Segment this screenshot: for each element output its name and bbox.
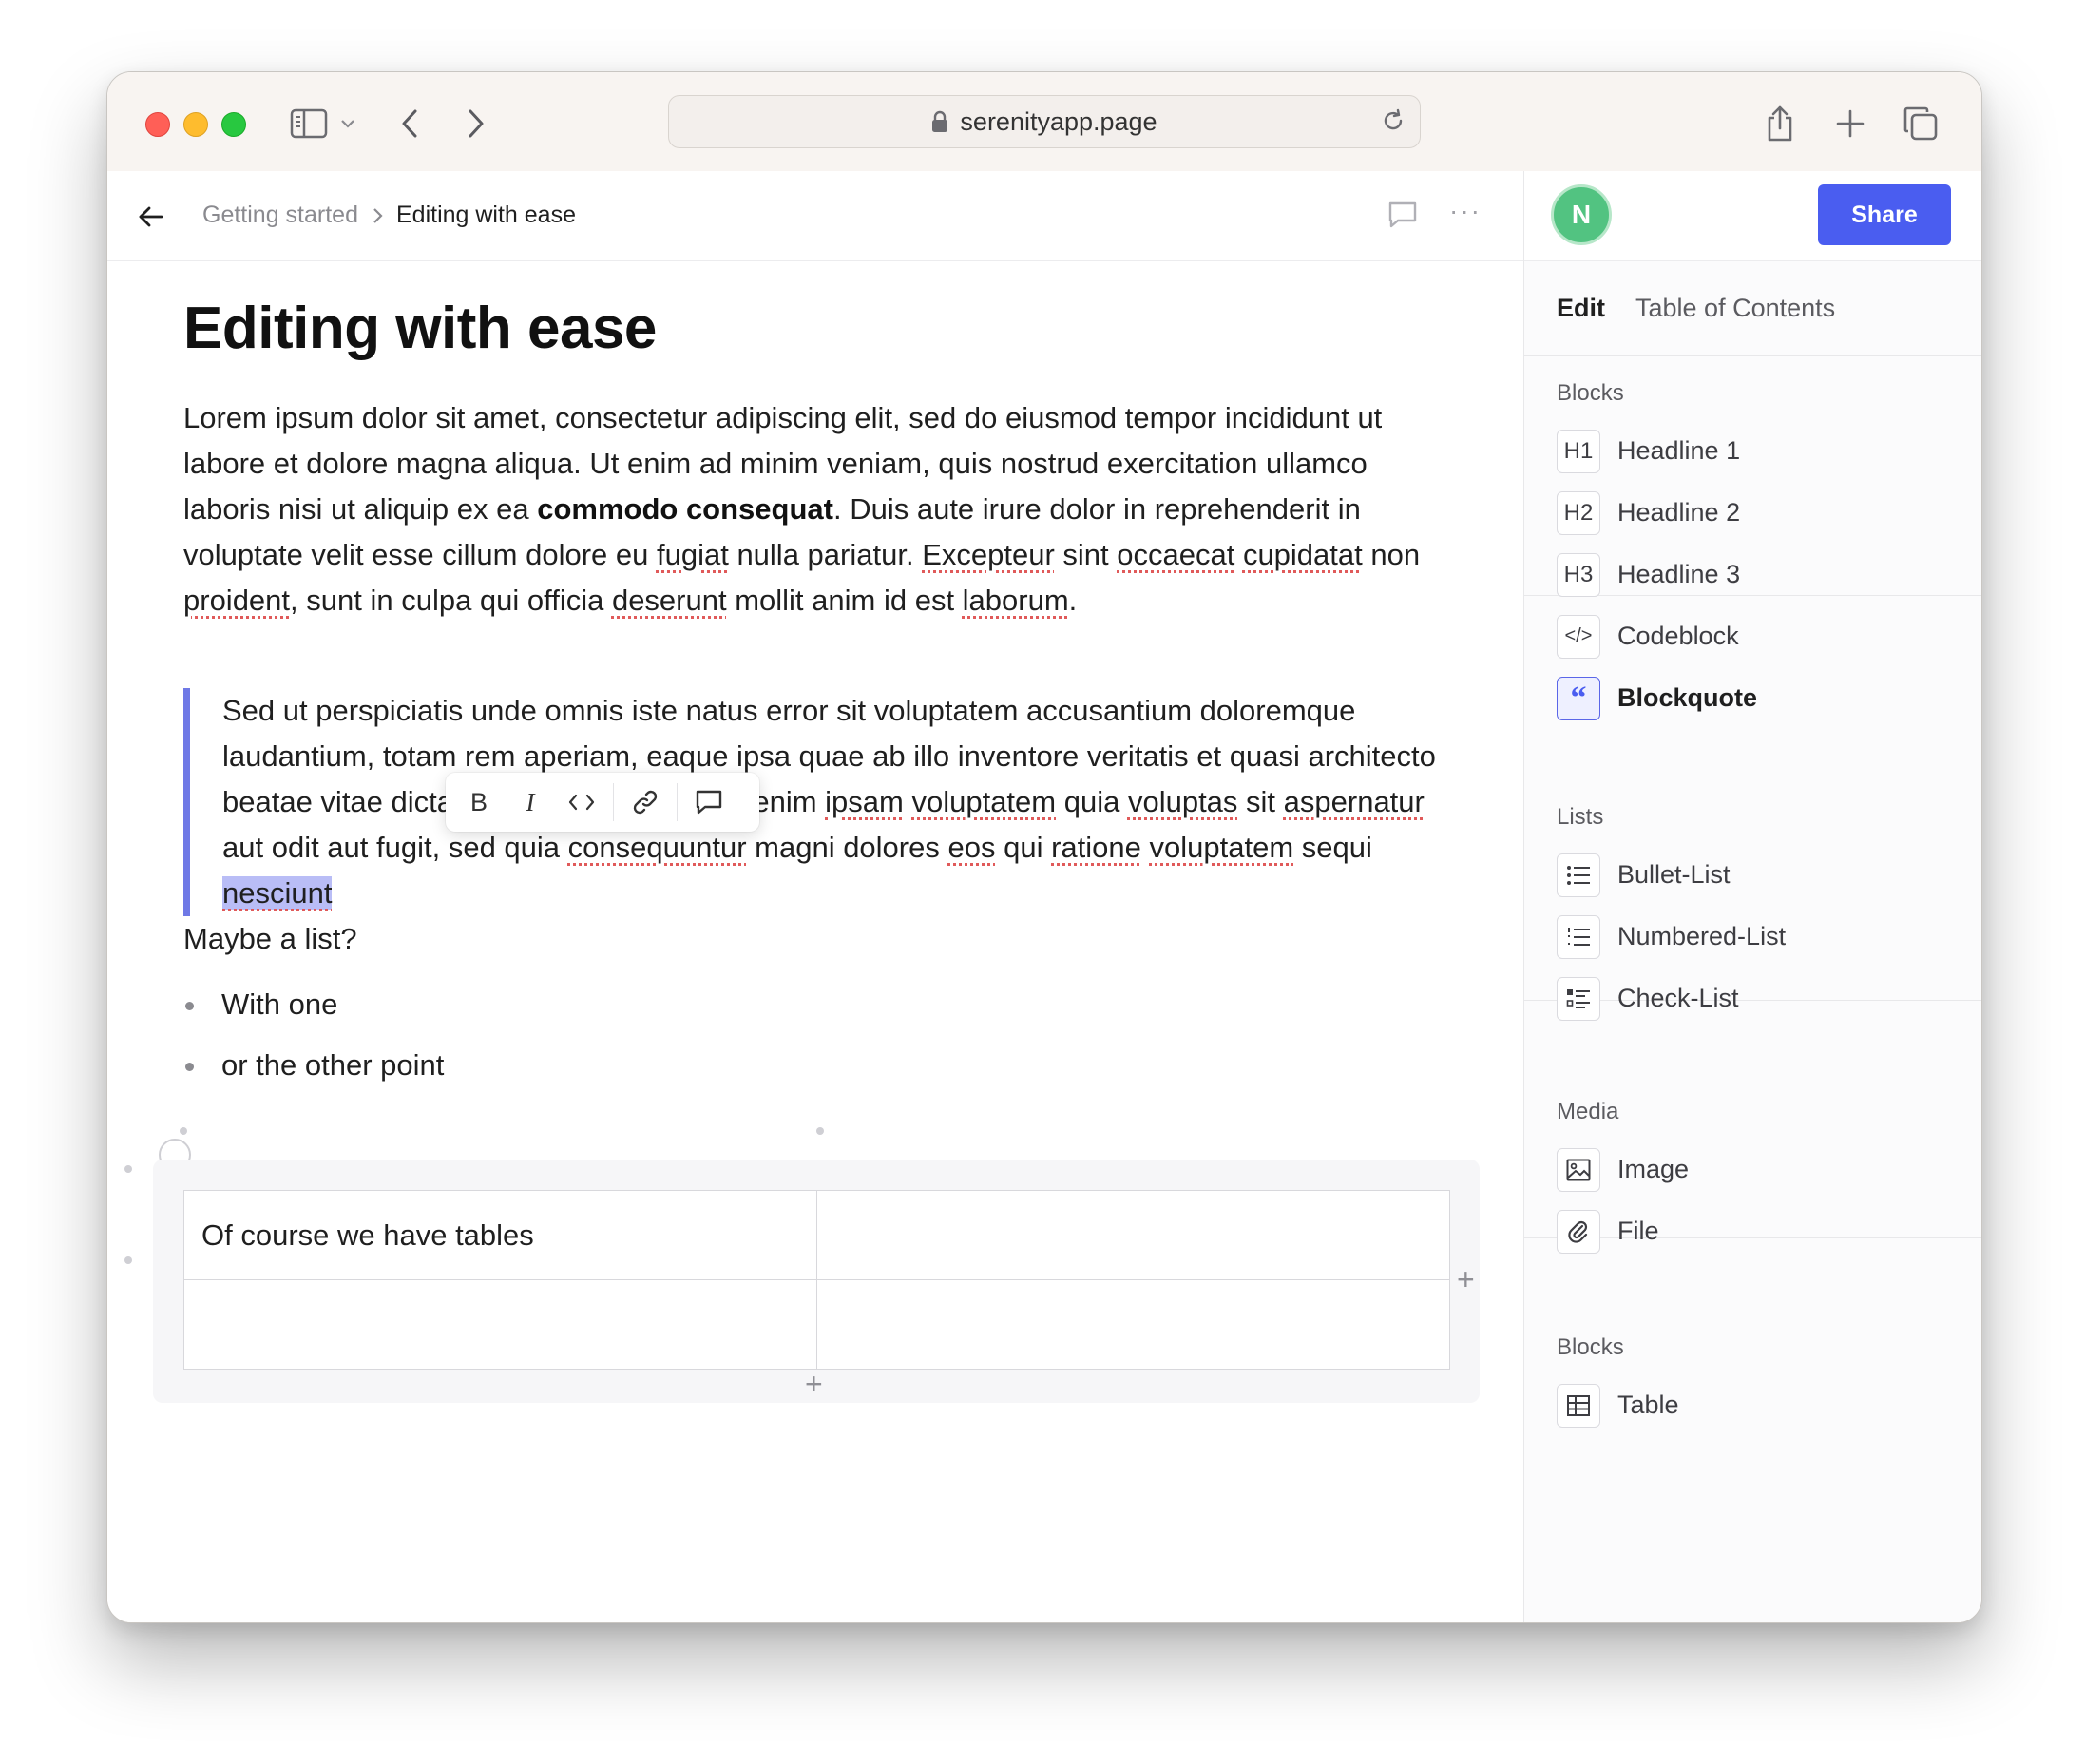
sidebar-item-headline-2[interactable]: H2 Headline 2 <box>1557 482 1981 544</box>
row-handle-dot[interactable] <box>124 1256 132 1264</box>
breadcrumb: Getting started Editing with ease <box>202 201 576 229</box>
share-button[interactable]: Share <box>1818 184 1951 245</box>
sidebar-item-image[interactable]: Image <box>1557 1139 1981 1200</box>
back-nav-icon[interactable] <box>389 103 430 144</box>
toolbar-divider <box>613 783 614 821</box>
browser-toolbar: serenityapp.page <box>107 72 1981 172</box>
sidebar-section-lists: Lists Bullet-List Numbered-List Check-Li… <box>1524 781 1981 1021</box>
address-bar[interactable]: serenityapp.page <box>668 95 1421 148</box>
new-tab-icon[interactable] <box>1829 103 1871 144</box>
table-cell[interactable]: Of course we have tables <box>183 1190 817 1280</box>
tab-overview-icon[interactable] <box>1900 103 1942 144</box>
add-column-button[interactable]: + <box>1457 1262 1475 1297</box>
table-row <box>183 1279 1450 1370</box>
breadcrumb-item-getting-started[interactable]: Getting started <box>202 201 358 229</box>
breadcrumb-item-current: Editing with ease <box>395 201 576 228</box>
maximize-window-button[interactable] <box>221 112 246 137</box>
list-item[interactable]: or the other point <box>183 1042 444 1102</box>
section-title: Lists <box>1557 804 1604 830</box>
sidebar-section-blocks: Blocks H1 Headline 1 H2 Headline 2 H3 He… <box>1524 355 1981 720</box>
quote-icon: “ <box>1557 676 1600 720</box>
editor-sidebar: N Share Edit Table of Contents Blocks H1… <box>1523 171 1981 1622</box>
link-button[interactable] <box>620 777 671 828</box>
back-arrow-icon[interactable] <box>134 200 168 234</box>
list-intro-text[interactable]: Maybe a list? <box>183 922 357 956</box>
toolbar-divider <box>677 783 678 821</box>
sidebar-item-check-list[interactable]: Check-List <box>1557 968 1981 1029</box>
sidebar-section-media: Media Image File <box>1524 1076 1981 1254</box>
tab-table-of-contents[interactable]: Table of Contents <box>1635 294 1835 323</box>
paperclip-icon <box>1557 1209 1600 1254</box>
column-handle-dot[interactable] <box>816 1127 824 1135</box>
blockquote[interactable]: Sed ut perspiciatis unde omnis iste natu… <box>183 688 1457 916</box>
chevron-down-icon[interactable] <box>334 103 362 144</box>
numbered-list-icon <box>1557 914 1600 959</box>
list-item[interactable]: With one <box>183 981 444 1042</box>
image-icon <box>1557 1147 1600 1192</box>
tab-edit[interactable]: Edit <box>1557 294 1605 323</box>
add-comment-button[interactable] <box>683 777 735 828</box>
section-title: Blocks <box>1557 380 1624 406</box>
lock-icon <box>931 110 948 133</box>
document-header: Getting started Editing with ease ··· <box>107 171 1523 261</box>
sidebar-item-bullet-list[interactable]: Bullet-List <box>1557 844 1981 906</box>
table-cell[interactable] <box>183 1279 817 1370</box>
forward-nav-icon[interactable] <box>455 103 497 144</box>
bold-button[interactable]: B <box>453 777 505 828</box>
headline-2-icon: H2 <box>1557 490 1600 535</box>
sidebar-item-numbered-list[interactable]: Numbered-List <box>1557 906 1981 968</box>
code-icon: </> <box>1557 614 1600 659</box>
sidebar-item-headline-1[interactable]: H1 Headline 1 <box>1557 420 1981 482</box>
bullet-list: With one or the other point <box>183 981 444 1102</box>
section-title: Media <box>1557 1099 1619 1124</box>
sidebar-item-table[interactable]: Table <box>1557 1374 1981 1436</box>
browser-window: serenityapp.page Getting started Editing… <box>106 71 1982 1623</box>
sidebar-item-codeblock[interactable]: </> Codeblock <box>1557 605 1981 667</box>
sidebar-tabs: Edit Table of Contents <box>1524 260 1981 356</box>
table-cell[interactable] <box>816 1190 1450 1280</box>
minimize-window-button[interactable] <box>183 112 208 137</box>
bullet-list-icon <box>1557 853 1600 897</box>
formatting-toolbar: B I <box>446 773 759 832</box>
table-cell[interactable] <box>816 1279 1450 1370</box>
table-icon <box>1557 1383 1600 1428</box>
comment-icon[interactable] <box>1387 200 1419 235</box>
reload-icon[interactable] <box>1380 107 1406 141</box>
chevron-right-icon <box>372 207 383 224</box>
body-paragraph[interactable]: Lorem ipsum dolor sit amet, consectetur … <box>183 395 1438 623</box>
sidebar-toggle-icon[interactable] <box>288 103 330 144</box>
add-row-button[interactable]: + <box>805 1367 823 1402</box>
italic-button[interactable]: I <box>505 777 556 828</box>
headline-3-icon: H3 <box>1557 552 1600 597</box>
link-icon <box>633 790 658 815</box>
share-sheet-icon[interactable] <box>1759 103 1801 144</box>
selected-text: nesciunt <box>222 876 333 910</box>
code-icon <box>568 794 595 811</box>
sidebar-item-file[interactable]: File <box>1557 1200 1981 1262</box>
column-handle-dot[interactable] <box>180 1127 187 1135</box>
url-text: serenityapp.page <box>960 106 1157 136</box>
table: Of course we have tables <box>183 1190 1450 1370</box>
bold-text: commodo consequat <box>537 492 833 526</box>
row-handle-dot[interactable] <box>124 1165 132 1173</box>
sidebar-item-headline-3[interactable]: H3 Headline 3 <box>1557 544 1981 605</box>
comment-icon <box>696 790 722 815</box>
headline-1-icon: H1 <box>1557 429 1600 473</box>
document-area: Getting started Editing with ease ··· Ed… <box>107 171 1523 1622</box>
table-block: Of course we have tables + + <box>153 1160 1480 1403</box>
sidebar-section-blocks-table: Blocks Table <box>1524 1312 1981 1473</box>
page-title[interactable]: Editing with ease <box>183 295 657 362</box>
close-window-button[interactable] <box>145 112 170 137</box>
inline-code-button[interactable] <box>556 777 607 828</box>
more-options-icon[interactable]: ··· <box>1449 196 1482 226</box>
sidebar-header: N Share <box>1524 171 1981 261</box>
check-list-icon <box>1557 976 1600 1021</box>
sidebar-item-blockquote[interactable]: “ Blockquote <box>1557 667 1981 729</box>
section-title: Blocks <box>1557 1334 1624 1360</box>
avatar[interactable]: N <box>1551 184 1612 245</box>
table-row: Of course we have tables <box>183 1190 1450 1280</box>
